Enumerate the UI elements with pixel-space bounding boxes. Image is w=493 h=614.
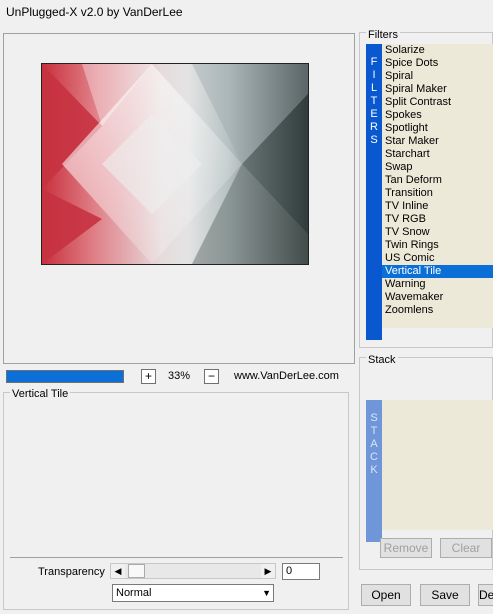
filter-item[interactable]: TV Snow <box>382 226 493 239</box>
default-button[interactable]: Default <box>478 584 493 606</box>
save-button[interactable]: Save <box>420 584 470 606</box>
transparency-input[interactable]: 0 <box>282 563 320 580</box>
stack-bar-letter: C <box>370 451 378 463</box>
slider-thumb[interactable] <box>128 564 145 578</box>
filters-side-bar: FILTERS <box>366 44 382 340</box>
filters-label: Filters <box>366 29 400 41</box>
stack-bar-letter: S <box>370 412 378 424</box>
filter-item[interactable]: TV Inline <box>382 200 493 213</box>
filter-item[interactable]: Tan Deform <box>382 174 493 187</box>
open-button[interactable]: Open <box>361 584 411 606</box>
window-title: UnPlugged-X v2.0 by VanDerLee <box>6 5 183 19</box>
zoom-level: 33% <box>168 370 191 382</box>
filter-item[interactable]: Warning <box>382 278 493 291</box>
stack-side-bar: STACK <box>366 400 382 542</box>
filter-item[interactable]: Spiral Maker <box>382 83 493 96</box>
filter-item[interactable]: Swap <box>382 161 493 174</box>
remove-button[interactable]: Remove <box>380 538 432 558</box>
slider-left-arrow-icon[interactable]: ◀ <box>111 564 125 578</box>
filters-bar-letter: L <box>370 82 378 94</box>
filter-item[interactable]: Solarize <box>382 44 493 57</box>
filters-bar-letter: T <box>370 95 378 107</box>
blend-mode-value: Normal <box>116 587 152 599</box>
filter-item[interactable]: Starchart <box>382 148 493 161</box>
dropdown-arrow-icon[interactable]: ▼ <box>262 587 271 599</box>
stack-bar-letter: K <box>370 464 378 476</box>
filter-item[interactable]: Star Maker <box>382 135 493 148</box>
stack-bar-letter: T <box>370 425 378 437</box>
filter-item[interactable]: Spice Dots <box>382 57 493 70</box>
filters-list[interactable]: Solarize Spice Dots Spiral Spiral Maker Spli… <box>382 44 493 328</box>
filter-item[interactable]: Wavemaker <box>382 291 493 304</box>
zoom-out-button[interactable]: − <box>204 369 219 384</box>
filter-item[interactable]: Split Contrast <box>382 96 493 109</box>
filter-item[interactable]: Transition <box>382 187 493 200</box>
filter-item[interactable]: Zoomlens <box>382 304 493 317</box>
transparency-label: Transparency <box>38 566 105 578</box>
preview-image <box>41 63 309 265</box>
filter-item[interactable]: US Comic <box>382 252 493 265</box>
stack-label: Stack <box>366 354 398 366</box>
filters-bar-letter: F <box>370 56 378 68</box>
slider-right-arrow-icon[interactable]: ▶ <box>261 564 275 578</box>
filter-item[interactable]: Twin Rings <box>382 239 493 252</box>
progress-bar <box>6 370 124 383</box>
zoom-in-button[interactable]: + <box>141 369 156 384</box>
clear-button[interactable]: Clear <box>440 538 492 558</box>
filters-bar-letter: E <box>370 108 378 120</box>
filter-item[interactable]: Spiral <box>382 70 493 83</box>
filters-bar-letter: S <box>370 134 378 146</box>
filters-bar-letter: R <box>370 121 378 133</box>
filter-item[interactable]: Spokes <box>382 109 493 122</box>
filter-item[interactable]: Vertical Tile <box>382 265 493 278</box>
settings-title: Vertical Tile <box>10 388 71 400</box>
website-link[interactable]: www.VanDerLee.com <box>234 370 339 382</box>
filter-item[interactable]: Spotlight <box>382 122 493 135</box>
stack-bar-letter: A <box>370 438 378 450</box>
filter-item[interactable]: TV RGB <box>382 213 493 226</box>
filters-bar-letter: I <box>372 69 376 81</box>
stack-list[interactable] <box>382 400 493 530</box>
blend-mode-select[interactable]: Normal ▼ <box>112 584 274 602</box>
settings-divider <box>10 557 343 558</box>
